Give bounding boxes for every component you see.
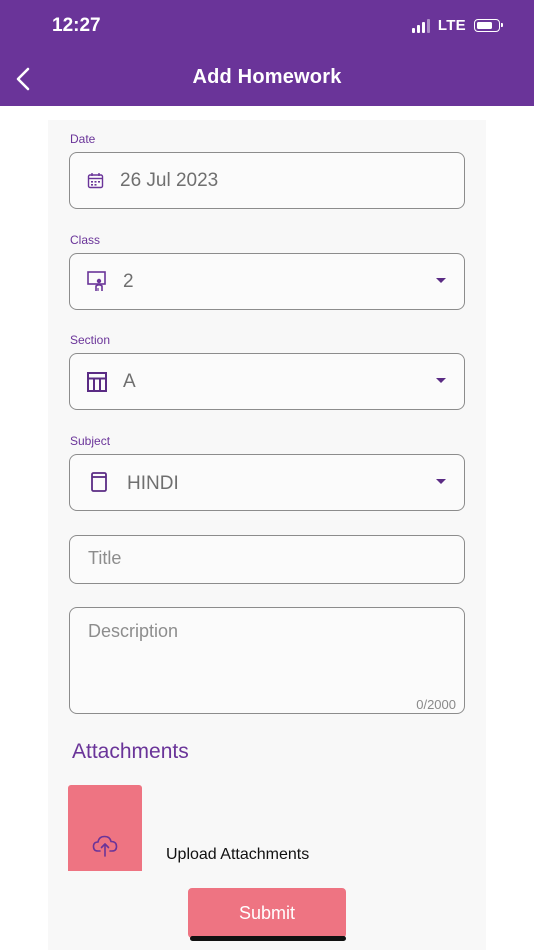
submit-button[interactable]: Submit	[188, 888, 346, 938]
status-indicators: LTE	[411, 17, 503, 34]
date-label: Date	[70, 132, 96, 146]
section-label: Section	[70, 333, 111, 347]
class-label: Class	[70, 233, 101, 247]
upload-attachments-label: Upload Attachments	[166, 846, 310, 863]
description-placeholder: Description	[88, 621, 179, 641]
classroom-teacher-icon	[87, 271, 106, 291]
title-input[interactable]: Title	[69, 535, 465, 584]
date-field[interactable]: 26 Jul 2023	[69, 152, 465, 209]
date-value: 26 Jul 2023	[120, 170, 219, 191]
chevron-down-icon	[436, 378, 446, 383]
app-bar: Add Homework	[0, 52, 534, 106]
subject-value: HINDI	[127, 473, 179, 494]
character-counter: 0/2000	[416, 697, 456, 712]
section-select[interactable]: A	[69, 353, 465, 410]
description-textarea[interactable]: Description 0/2000	[69, 607, 465, 714]
table-icon	[87, 372, 107, 392]
chevron-down-icon	[436, 479, 446, 484]
upload-attachment-button[interactable]	[68, 785, 142, 871]
page-title: Add Homework	[192, 66, 342, 88]
subject-label: Subject	[70, 434, 111, 448]
calendar-icon	[87, 173, 104, 189]
subject-select[interactable]: HINDI	[69, 454, 465, 511]
battery-icon	[474, 19, 503, 32]
status-time: 12:27	[52, 15, 101, 36]
class-value: 2	[123, 271, 134, 292]
book-icon	[91, 472, 107, 492]
home-indicator	[190, 936, 346, 941]
status-bar: 12:27 LTE	[0, 0, 534, 52]
class-select[interactable]: 2	[69, 253, 465, 310]
title-placeholder: Title	[88, 548, 122, 568]
section-value: A	[123, 371, 136, 392]
network-type: LTE	[437, 17, 466, 34]
signal-icon	[411, 18, 430, 33]
chevron-down-icon	[436, 278, 446, 283]
attachments-heading: Attachments	[72, 740, 189, 763]
cloud-upload-icon	[92, 835, 118, 857]
